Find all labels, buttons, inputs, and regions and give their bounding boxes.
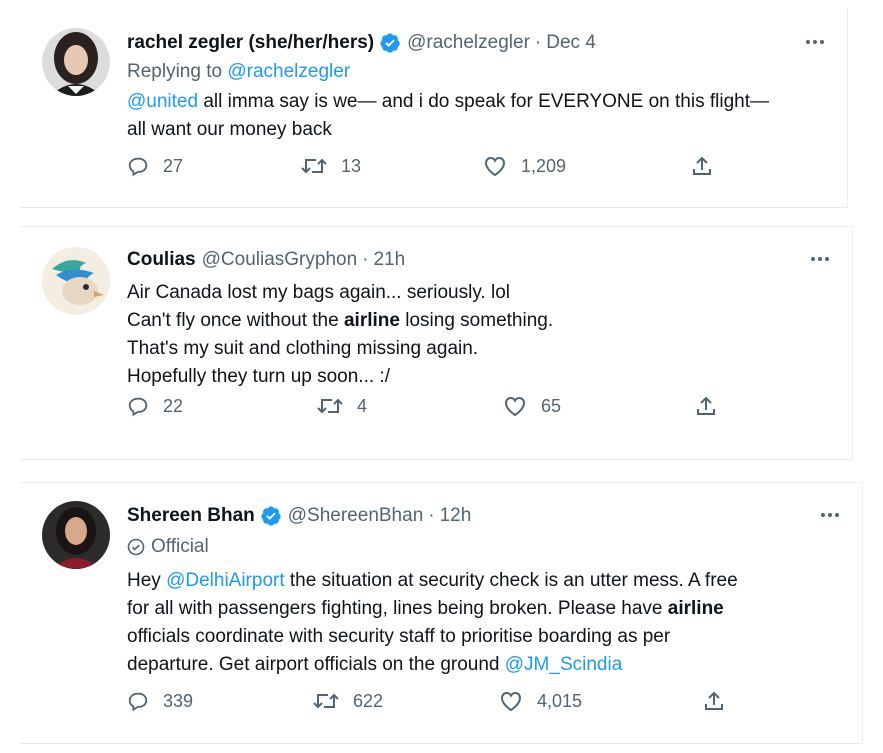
keyword-highlight: airline [343,310,400,331]
keyword-highlight: airline [667,598,724,619]
reply-count: 27 [163,155,184,176]
reply-count: 22 [163,395,184,416]
official-badge-icon [127,538,145,556]
tweet-text-line: Air Canada lost my bags again... serious… [127,282,510,303]
tweet-text-line: Hey @DelhiAirport the situation at secur… [127,570,738,591]
replying-prefix: Replying to [127,61,223,82]
display-name[interactable]: Coulias [127,247,196,273]
reply-button[interactable]: 339 [127,690,193,712]
tweet-text: Hey @DelhiAirport the situation at secur… [127,567,842,679]
reply-count: 339 [163,690,194,711]
tweet[interactable]: Shereen Bhan @ShereenBhan · 12h Official… [20,482,863,744]
retweet-icon [317,398,343,414]
more-icon[interactable] [803,32,827,52]
separator: · [428,505,435,526]
retweet-count: 622 [353,690,384,711]
reply-button[interactable]: 27 [127,155,183,177]
verified-badge-icon [379,32,401,54]
timestamp[interactable]: 21h [373,247,405,273]
share-icon [697,396,715,415]
tweet-text-line: Hopefully they turn up soon... :/ [127,366,390,387]
retweet-icon [301,158,327,174]
official-label: Official [127,533,842,561]
replying-to: Replying to @rachelzegler [127,58,827,86]
mention-link[interactable]: @JM_Scindia [505,654,623,675]
share-button[interactable] [695,395,731,417]
tweet-text: @united all imma say is we— and i do spe… [127,88,827,144]
separator: · [534,32,542,53]
tweet[interactable]: Coulias @CouliasGryphon · 21h Air Canada… [20,226,853,460]
tweet[interactable]: rachel zegler (she/her/hers) @rachelzegl… [20,8,848,208]
like-button[interactable]: 1,209 [483,155,566,177]
avatar[interactable] [42,247,110,315]
more-icon[interactable] [818,505,842,525]
share-icon [693,156,711,175]
verified-badge-icon [260,505,282,527]
reply-icon [128,157,148,177]
display-name[interactable]: rachel zegler (she/her/hers) [127,30,374,56]
handle[interactable]: @rachelzegler [407,30,530,56]
like-icon [500,691,522,712]
share-button[interactable] [691,155,727,177]
avatar[interactable] [42,501,110,569]
avatar[interactable] [42,28,110,96]
retweet-count: 13 [341,155,362,176]
like-button[interactable]: 4,015 [499,690,582,712]
share-icon [705,691,723,710]
tweet-text-line: departure. Get airport officials on the … [127,654,623,675]
official-text: Official [151,536,209,557]
handle[interactable]: @CouliasGryphon [202,247,358,273]
reply-icon [128,692,148,712]
tweet-text-line: Can't fly once without the airline losin… [127,310,554,331]
tweet-text: Air Canada lost my bags again... serious… [127,279,832,391]
separator: · [362,249,369,270]
timestamp[interactable]: 12h [440,503,472,529]
retweet-button[interactable]: 4 [317,395,367,417]
retweet-button[interactable]: 13 [301,155,361,177]
more-icon[interactable] [808,249,832,269]
mention-link[interactable]: @united [127,91,198,112]
display-name[interactable]: Shereen Bhan [127,503,255,529]
like-count: 65 [541,395,562,416]
like-icon [504,396,526,417]
timestamp[interactable]: Dec 4 [546,30,596,56]
tweet-text-line: officials coordinate with security staff… [127,626,671,647]
reply-button[interactable]: 22 [127,395,183,417]
retweet-button[interactable]: 622 [313,690,383,712]
replying-to-link[interactable]: @rachelzegler [227,61,350,82]
retweet-count: 4 [357,395,368,416]
tweet-text-line: all want our money back [127,119,332,140]
like-button[interactable]: 65 [503,395,561,417]
like-count: 1,209 [521,155,567,176]
handle[interactable]: @ShereenBhan [288,503,424,529]
tweet-text-line: for all with passengers fighting, lines … [127,598,724,619]
like-icon [484,156,506,177]
reply-icon [128,397,148,417]
share-button[interactable] [703,690,739,712]
mention-link[interactable]: @DelhiAirport [166,570,285,591]
like-count: 4,015 [537,690,583,711]
tweet-text-line: all imma say is we— and i do speak for E… [198,91,769,112]
tweet-text-line: That's my suit and clothing missing agai… [127,338,479,359]
retweet-icon [313,693,339,709]
